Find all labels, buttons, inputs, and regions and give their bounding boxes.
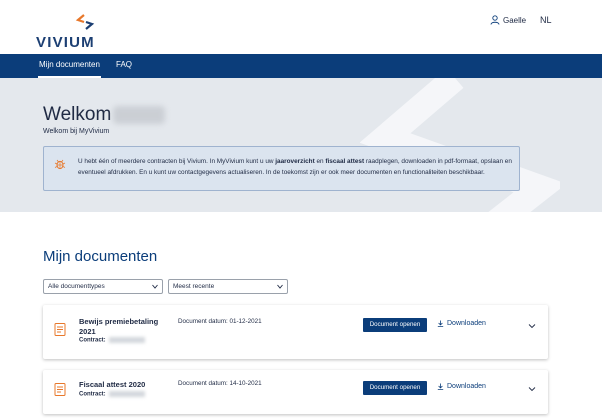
top-header: VIVIUM Gaelle NL bbox=[0, 0, 602, 54]
document-icon bbox=[54, 383, 66, 396]
chevron-down-icon[interactable] bbox=[528, 323, 536, 329]
welcome-title: Welkom bbox=[43, 104, 112, 125]
redacted-contract bbox=[108, 337, 145, 343]
download-link[interactable]: Downloaden bbox=[437, 320, 486, 327]
document-card: Bewijs premiebetaling 2021 Contract: Doc… bbox=[43, 305, 548, 359]
user-icon bbox=[490, 15, 500, 25]
hero-decoration bbox=[360, 78, 560, 212]
main-nav: Mijn documenten FAQ bbox=[0, 54, 602, 78]
open-document-button[interactable]: Document openen bbox=[363, 318, 427, 332]
document-icon bbox=[54, 323, 66, 336]
document-date: Document datum: 01-12-2021 bbox=[178, 318, 262, 325]
chevron-down-icon[interactable] bbox=[528, 386, 536, 392]
document-contract: Contract: bbox=[79, 337, 145, 344]
chevron-down-icon bbox=[277, 284, 283, 289]
bug-icon bbox=[54, 159, 66, 170]
redacted-contract bbox=[108, 391, 145, 397]
user-name: Gaelle bbox=[503, 15, 527, 25]
document-name: Bewijs premiebetaling 2021 bbox=[79, 317, 159, 336]
sort-select[interactable]: Meest recente bbox=[168, 279, 288, 294]
download-icon bbox=[437, 320, 444, 327]
document-contract: Contract: bbox=[79, 391, 145, 398]
user-menu[interactable]: Gaelle bbox=[490, 15, 526, 25]
welcome-hero: Welkom Welkom bij MyVivium U hebt één of… bbox=[0, 78, 602, 212]
document-name: Fiscaal attest 2020 bbox=[79, 380, 146, 389]
welcome-subtitle: Welkom bij MyVivium bbox=[43, 128, 110, 135]
chevron-down-icon bbox=[152, 284, 158, 289]
logo-mark-icon bbox=[75, 14, 95, 30]
nav-tab-documents[interactable]: Mijn documenten bbox=[38, 54, 101, 78]
info-banner: U hebt één of meerdere contracten bij Vi… bbox=[43, 146, 520, 191]
vivium-logo[interactable]: VIVIUM bbox=[36, 12, 106, 51]
nav-tab-faq[interactable]: FAQ bbox=[116, 54, 132, 78]
info-text: U hebt één of meerdere contracten bij Vi… bbox=[78, 158, 512, 176]
documents-title: Mijn documenten bbox=[43, 248, 158, 265]
document-card: Fiscaal attest 2020 Contract: Document d… bbox=[43, 370, 548, 414]
download-link[interactable]: Downloaden bbox=[437, 383, 486, 390]
open-document-button[interactable]: Document openen bbox=[363, 381, 427, 395]
logo-wordmark: VIVIUM bbox=[36, 34, 95, 51]
language-switch[interactable]: NL bbox=[540, 15, 552, 25]
document-date: Document datum: 14-10-2021 bbox=[178, 380, 262, 387]
download-icon bbox=[437, 383, 444, 390]
document-type-select[interactable]: Alle documenttypes bbox=[43, 279, 163, 294]
redacted-name bbox=[113, 106, 165, 124]
